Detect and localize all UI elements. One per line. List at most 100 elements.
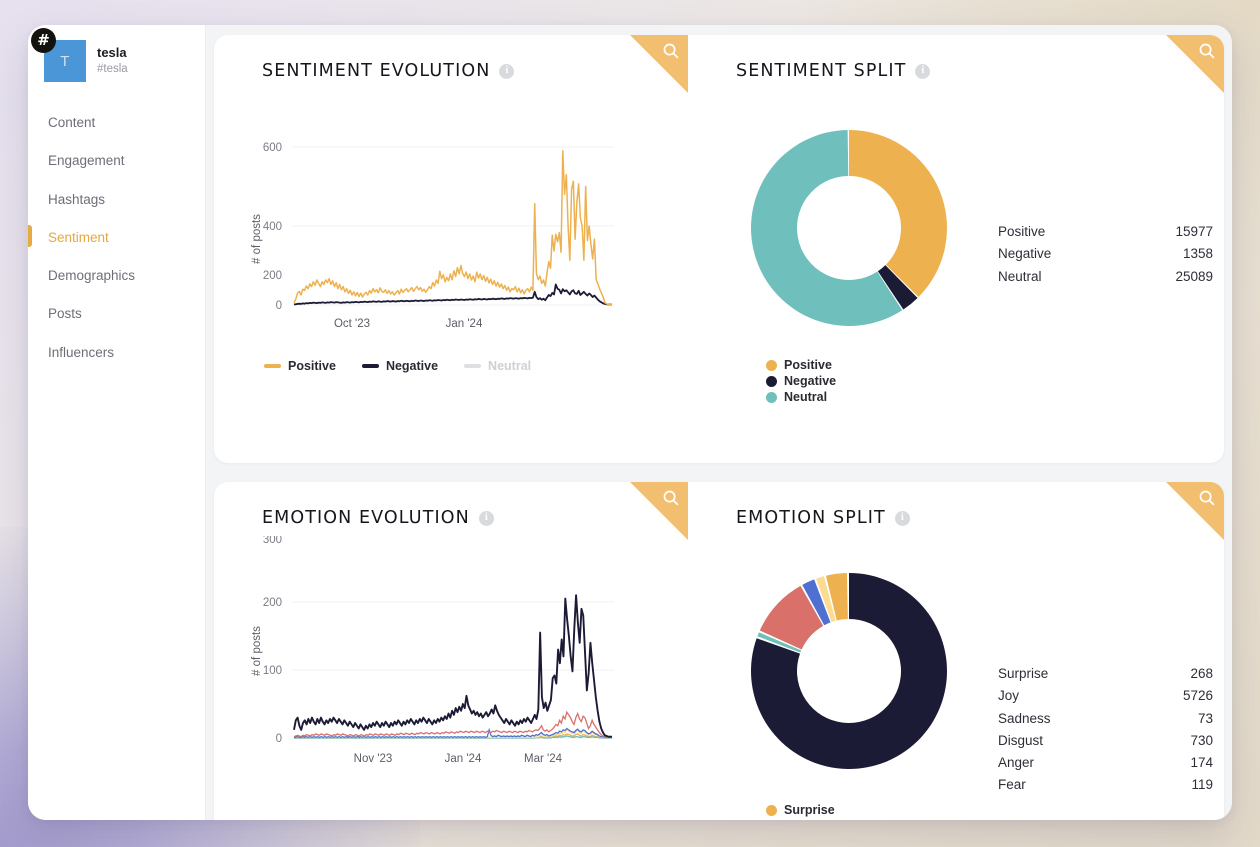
legend-label-joy: Joy: [784, 819, 806, 820]
legend-item-negative[interactable]: Negative: [766, 374, 862, 388]
sidebar-item-hashtags[interactable]: Hashtags: [28, 181, 205, 219]
page-title: EMOTION EVOLUTION: [262, 508, 470, 528]
profile-text: tesla #tesla: [97, 45, 128, 76]
emotion-evolution-header: EMOTION EVOLUTION i: [214, 482, 688, 528]
svg-text:400: 400: [263, 221, 282, 233]
sidebar-item-sentiment[interactable]: Sentiment: [28, 219, 205, 257]
info-icon[interactable]: i: [915, 63, 931, 79]
svg-text:200: 200: [263, 270, 282, 282]
page-title: SENTIMENT SPLIT: [736, 61, 907, 81]
sidebar-item-demographics[interactable]: Demographics: [28, 257, 205, 295]
legend-swatch-neutral: [464, 364, 482, 368]
stat-label: Joy: [998, 688, 1020, 704]
sentiment-donut-svg: [751, 130, 947, 326]
stat-value: 119: [1191, 777, 1213, 793]
legend-item-positive[interactable]: Positive: [264, 359, 336, 373]
stat-value: 5726: [1182, 688, 1213, 704]
app-window: T # tesla #tesla Content Engagement Hash…: [28, 25, 1232, 820]
emotion-donut-svg: [751, 573, 947, 769]
sidebar-item-engagement[interactable]: Engagement: [28, 142, 205, 180]
legend-swatch-negative: [361, 364, 379, 368]
emotion-evolution-chart: 300 200 100 0 # of posts Nov '23 Jan '24…: [214, 528, 688, 820]
stat-value: 15977: [1175, 224, 1213, 239]
sentiment-split-panel: SENTIMENT SPLIT i Positive 15977 Negativ…: [688, 35, 1224, 463]
sidebar-item-influencers[interactable]: Influencers: [28, 334, 205, 372]
info-icon[interactable]: i: [478, 510, 494, 526]
stat-label: Sadness: [998, 710, 1051, 726]
info-icon[interactable]: i: [894, 510, 910, 526]
emotion-stats-table: Surprise 268 Joy 5726 Sadness 73 Disgust…: [998, 663, 1213, 797]
sentiment-split-chart: Positive 15977 Negative 1358 Neutral 250…: [688, 81, 1224, 404]
svg-text:100: 100: [263, 665, 282, 677]
stat-label: Fear: [998, 777, 1026, 793]
sentiment-evolution-panel: SENTIMENT EVOLUTION i 800 600 400 200: [214, 35, 688, 463]
sidebar: T # tesla #tesla Content Engagement Hash…: [28, 25, 206, 820]
legend-item-neutral[interactable]: Neutral: [464, 359, 531, 373]
svg-text:0: 0: [276, 733, 282, 745]
legend-label-neutral: Neutral: [488, 359, 532, 373]
stat-label: Positive: [998, 224, 1046, 239]
sentiment-card: SENTIMENT EVOLUTION i 800 600 400 200: [214, 35, 1224, 463]
hashtag-icon: #: [31, 28, 56, 53]
stat-label: Neutral: [998, 268, 1042, 284]
emotion-series-paths: [293, 594, 612, 739]
table-row: Joy 5726: [998, 685, 1213, 707]
sidebar-item-posts[interactable]: Posts: [28, 295, 205, 333]
svg-text:0: 0: [276, 300, 282, 312]
svg-text:# of posts: # of posts: [251, 626, 263, 676]
sentiment-line-svg: 800 600 400 200 0 # of posts Oct '23 Jan…: [251, 61, 614, 330]
svg-text:Jan '24: Jan '24: [445, 753, 482, 765]
svg-text:Mar '24: Mar '24: [524, 753, 563, 765]
legend-swatch-surprise: [766, 804, 777, 816]
stat-value: 1358: [1182, 246, 1213, 262]
stat-label: Surprise: [998, 666, 1049, 681]
legend-item-neutral[interactable]: Neutral: [766, 390, 862, 404]
svg-text:600: 600: [263, 142, 282, 154]
page-title: SENTIMENT EVOLUTION: [262, 61, 491, 81]
table-row: Surprise 268: [998, 663, 1213, 685]
legend-label-positive: Positive: [288, 359, 336, 373]
emotion-split-legend: Surprise Joy: [724, 803, 934, 820]
legend-label-neutral: Neutral: [784, 390, 828, 404]
legend-label-surprise: Surprise: [784, 803, 835, 817]
emotion-split-header: EMOTION SPLIT i: [688, 482, 1224, 528]
search-icon: [663, 490, 679, 506]
table-row: Neutral 25089: [998, 266, 1213, 288]
stat-value: 174: [1190, 755, 1213, 771]
legend-item-surprise[interactable]: Surprise: [766, 803, 862, 817]
legend-label-negative: Negative: [385, 359, 439, 373]
legend-swatch-positive: [766, 359, 777, 371]
table-row: Anger 174: [998, 752, 1213, 774]
table-row: Negative 1358: [998, 243, 1213, 265]
sentiment-evolution-chart: 800 600 400 200 0 # of posts Oct '23 Jan…: [214, 61, 688, 373]
search-icon: [1199, 490, 1215, 506]
search-icon: [1199, 43, 1215, 59]
svg-text:Oct '23: Oct '23: [334, 318, 370, 330]
emotion-card: EMOTION EVOLUTION i 300 200 100 0 # of p…: [214, 482, 1224, 820]
table-row: Sadness 73: [998, 708, 1213, 730]
sentiment-evolution-header: SENTIMENT EVOLUTION i: [214, 35, 688, 81]
series-positive-path: [293, 150, 612, 306]
stat-value: 73: [1197, 710, 1213, 726]
donut-segment[interactable]: [849, 130, 947, 298]
table-row: Disgust 730: [998, 730, 1213, 752]
svg-text:# of posts: # of posts: [251, 214, 263, 264]
emotion-split-panel: EMOTION SPLIT i Surprise 268 Joy 5726 Sa…: [688, 482, 1224, 820]
info-icon[interactable]: i: [499, 63, 515, 79]
stat-value: 268: [1190, 666, 1213, 681]
legend-item-positive[interactable]: Positive: [766, 358, 862, 372]
legend-item-joy[interactable]: Joy: [766, 819, 862, 820]
legend-label-positive: Positive: [784, 358, 832, 372]
profile-name: tesla: [97, 45, 127, 61]
legend-item-negative[interactable]: Negative: [361, 359, 439, 373]
sidebar-item-content[interactable]: Content: [28, 104, 205, 142]
stat-label: Disgust: [998, 732, 1044, 748]
stat-label: Negative: [998, 246, 1052, 262]
table-row: Positive 15977: [998, 221, 1213, 243]
stat-label: Anger: [998, 755, 1035, 771]
sentiment-split-header: SENTIMENT SPLIT i: [688, 35, 1224, 81]
legend-swatch-negative: [766, 375, 777, 387]
stat-value: 25089: [1175, 268, 1213, 284]
search-icon: [663, 43, 679, 59]
svg-text:300: 300: [263, 536, 282, 546]
